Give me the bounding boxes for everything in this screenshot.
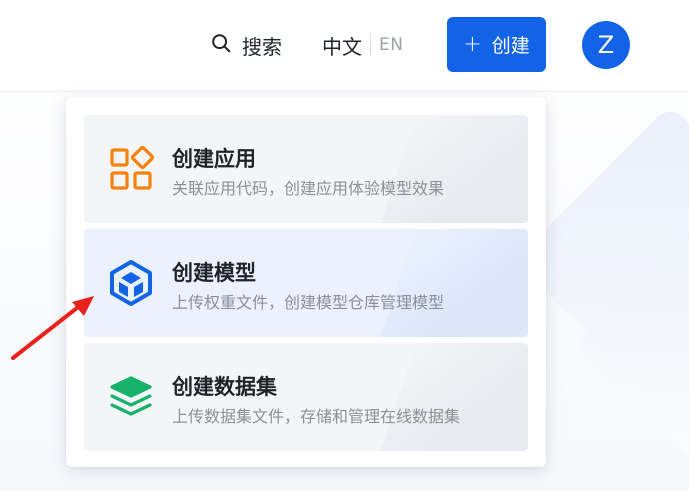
item-decoration — [376, 115, 528, 223]
menu-item-desc: 关联应用代码，创建应用体验模型效果 — [172, 179, 445, 198]
create-button-label: 创建 — [491, 35, 530, 57]
menu-item-create-model[interactable]: 创建模型 上传权重文件，创建模型仓库管理模型 — [84, 229, 528, 337]
search-label: 搜索 — [242, 34, 282, 59]
model-cube-icon — [108, 260, 154, 306]
menu-item-create-dataset[interactable]: 创建数据集 上传数据集文件，存储和管理在线数据集 — [84, 343, 528, 451]
menu-item-desc: 上传权重文件，创建模型仓库管理模型 — [172, 293, 445, 312]
avatar[interactable]: Z — [582, 21, 630, 69]
lang-en-option[interactable]: EN — [379, 35, 403, 55]
menu-item-title: 创建应用 — [172, 147, 256, 171]
page: 搜索 中文 EN + 创建 Z 创建应用 关联应用代码，创建应用体验模型效果 创… — [0, 0, 689, 491]
item-decoration — [376, 229, 528, 337]
create-dropdown-menu: 创建应用 关联应用代码，创建应用体验模型效果 创建模型 上传权重文件，创建模型仓… — [66, 97, 546, 467]
menu-item-title: 创建模型 — [172, 261, 256, 285]
search-button[interactable]: 搜索 — [210, 28, 282, 62]
lang-zh-option[interactable]: 中文 — [322, 31, 362, 60]
red-arrow-icon — [8, 290, 103, 365]
plus-icon: + — [463, 31, 482, 57]
menu-item-title: 创建数据集 — [172, 375, 277, 399]
dataset-layers-icon — [108, 374, 154, 420]
search-icon — [210, 32, 232, 58]
top-header: 搜索 中文 EN + 创建 Z — [0, 0, 689, 92]
create-button[interactable]: + 创建 — [447, 17, 546, 72]
item-decoration — [376, 343, 528, 451]
menu-item-create-app[interactable]: 创建应用 关联应用代码，创建应用体验模型效果 — [84, 115, 528, 223]
app-grid-icon — [108, 145, 155, 192]
menu-item-desc: 上传数据集文件，存储和管理在线数据集 — [172, 407, 461, 426]
lang-divider — [370, 35, 371, 55]
language-switcher: 中文 EN — [322, 30, 403, 60]
